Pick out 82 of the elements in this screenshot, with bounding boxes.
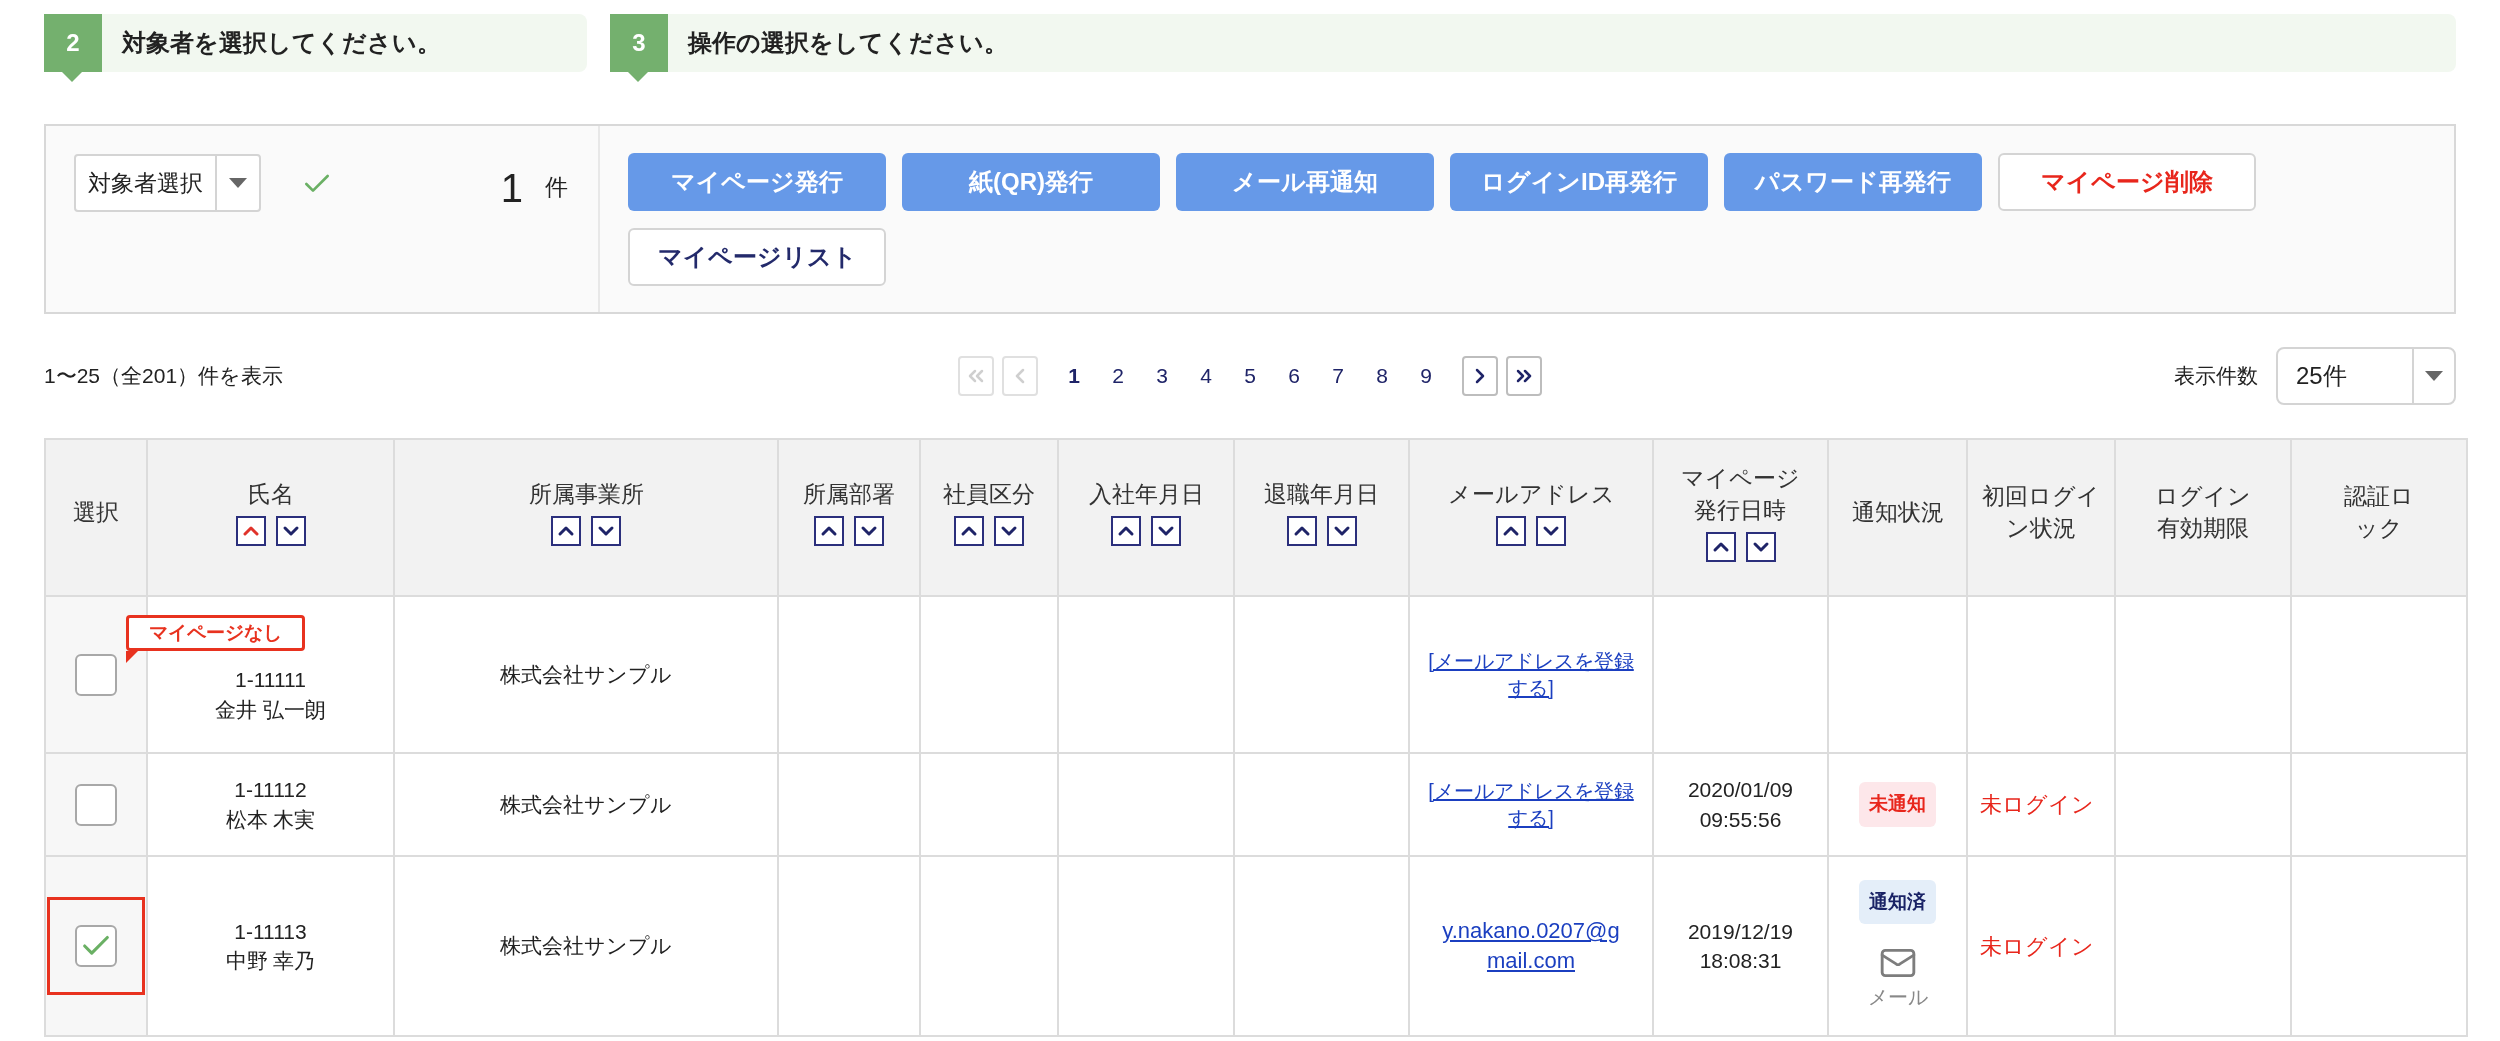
column-header: 退職年月日 xyxy=(1264,479,1379,509)
column-header: 社員区分 xyxy=(943,479,1035,509)
sort-descending-button[interactable] xyxy=(1745,531,1776,562)
column-header: 選択 xyxy=(73,497,119,527)
employee-name: 金井 弘一朗 xyxy=(215,696,326,723)
count-unit: 件 xyxy=(545,173,568,202)
caret-icon xyxy=(229,178,247,188)
email-link[interactable]: y.nakano.0207@gmail.com xyxy=(1436,916,1626,976)
column-header: 氏名 xyxy=(247,479,294,509)
sort-ascending-button[interactable] xyxy=(1286,516,1317,546)
sort-ascending-button[interactable] xyxy=(551,516,581,546)
column-header: 所属事業所 xyxy=(528,479,644,509)
column-header: マイページ発行日時 xyxy=(1680,464,1801,525)
sort-ascending-button[interactable] xyxy=(1111,516,1141,546)
page-link[interactable]: 3 xyxy=(1142,360,1182,392)
caret-icon xyxy=(2425,371,2443,381)
sort-ascending-button[interactable] xyxy=(235,516,266,546)
column-header: 通知状況 xyxy=(1851,497,1944,527)
sort-descending-button[interactable] xyxy=(1326,516,1357,546)
column-header: 入社年月日 xyxy=(1088,479,1204,509)
page-link[interactable]: 6 xyxy=(1274,360,1314,392)
register-email-link[interactable]: [メールアドレスを登録する] xyxy=(1425,777,1637,832)
result-summary: 1〜25（全201）件を表示 xyxy=(44,363,285,390)
row-checkbox[interactable] xyxy=(75,653,117,696)
employee-id: 1-11111 xyxy=(235,667,306,694)
step-instruction: 対象者を選択してください。 xyxy=(122,28,441,58)
office-name: 株式会社サンプル xyxy=(500,933,672,960)
column-header: メールアドレス xyxy=(1447,479,1615,509)
next-page-button[interactable] xyxy=(1462,356,1498,396)
step-number: 3 xyxy=(610,14,668,72)
employee-name: 中野 幸乃 xyxy=(225,948,316,974)
page-link[interactable]: 5 xyxy=(1230,360,1270,392)
selected-count: 1 xyxy=(500,165,523,212)
sort-descending-button[interactable] xyxy=(275,516,306,546)
sort-ascending-button[interactable] xyxy=(954,516,984,546)
step-instruction: 操作の選択をしてください。 xyxy=(688,28,1008,58)
page-link[interactable]: 2 xyxy=(1098,360,1138,392)
mail-label: メール xyxy=(1867,985,1928,1011)
sort-descending-button[interactable] xyxy=(1536,516,1566,546)
action-button[interactable]: マイページ削除 xyxy=(1998,153,2256,211)
register-email-link[interactable]: [メールアドレスを登録する] xyxy=(1425,647,1637,702)
page-link[interactable]: 7 xyxy=(1318,360,1358,392)
notice-status-badge: 通知済 xyxy=(1859,879,1936,925)
sort-descending-button[interactable] xyxy=(994,516,1024,546)
issue-date: 2019/12/19 xyxy=(1687,918,1794,945)
employee-id: 1-11112 xyxy=(234,777,307,804)
employee-id: 1-11113 xyxy=(234,918,307,945)
login-status: 未ログイン xyxy=(1980,932,2094,961)
issue-time: 09:55:56 xyxy=(1699,806,1782,833)
page-link[interactable]: 1 xyxy=(1054,360,1094,392)
per-page-label: 表示件数 xyxy=(2174,363,2258,390)
step-number: 2 xyxy=(44,14,102,72)
row-checkbox[interactable] xyxy=(75,925,117,967)
column-header: ログイン有効期限 xyxy=(2154,482,2252,543)
sort-ascending-button[interactable] xyxy=(814,516,844,546)
row-checkbox[interactable] xyxy=(75,783,117,826)
column-header: 所属部署 xyxy=(803,479,895,509)
sort-descending-button[interactable] xyxy=(1151,516,1181,546)
target-select[interactable]: 対象者選択 xyxy=(74,154,261,212)
page-link[interactable]: 8 xyxy=(1362,360,1402,392)
column-header: 認証ロック xyxy=(2343,482,2415,543)
sort-ascending-button[interactable] xyxy=(1705,531,1736,562)
issue-date: 2020/01/09 xyxy=(1687,777,1794,804)
sort-descending-button[interactable] xyxy=(591,516,621,546)
login-status: 未ログイン xyxy=(1980,791,2094,819)
office-name: 株式会社サンプル xyxy=(500,661,672,688)
employee-name: 松本 木実 xyxy=(225,806,316,833)
issue-time: 18:08:31 xyxy=(1699,948,1782,974)
sort-ascending-button[interactable] xyxy=(1496,516,1526,546)
office-name: 株式会社サンプル xyxy=(500,791,672,818)
notice-status-badge: 未通知 xyxy=(1859,782,1936,827)
action-button[interactable]: マイページリスト xyxy=(628,228,886,286)
status-badge: マイページなし xyxy=(126,615,305,651)
per-page-select[interactable]: 25件 xyxy=(2276,347,2456,405)
column-header: 初回ログイン状況 xyxy=(1981,482,2101,543)
badge-pointer xyxy=(126,651,138,663)
step-pointer xyxy=(628,72,648,82)
last-page-button[interactable] xyxy=(1506,356,1542,396)
page-link[interactable]: 4 xyxy=(1186,360,1226,392)
sort-descending-button[interactable] xyxy=(854,516,884,546)
page-link[interactable]: 9 xyxy=(1406,360,1446,392)
step-pointer xyxy=(62,72,82,82)
